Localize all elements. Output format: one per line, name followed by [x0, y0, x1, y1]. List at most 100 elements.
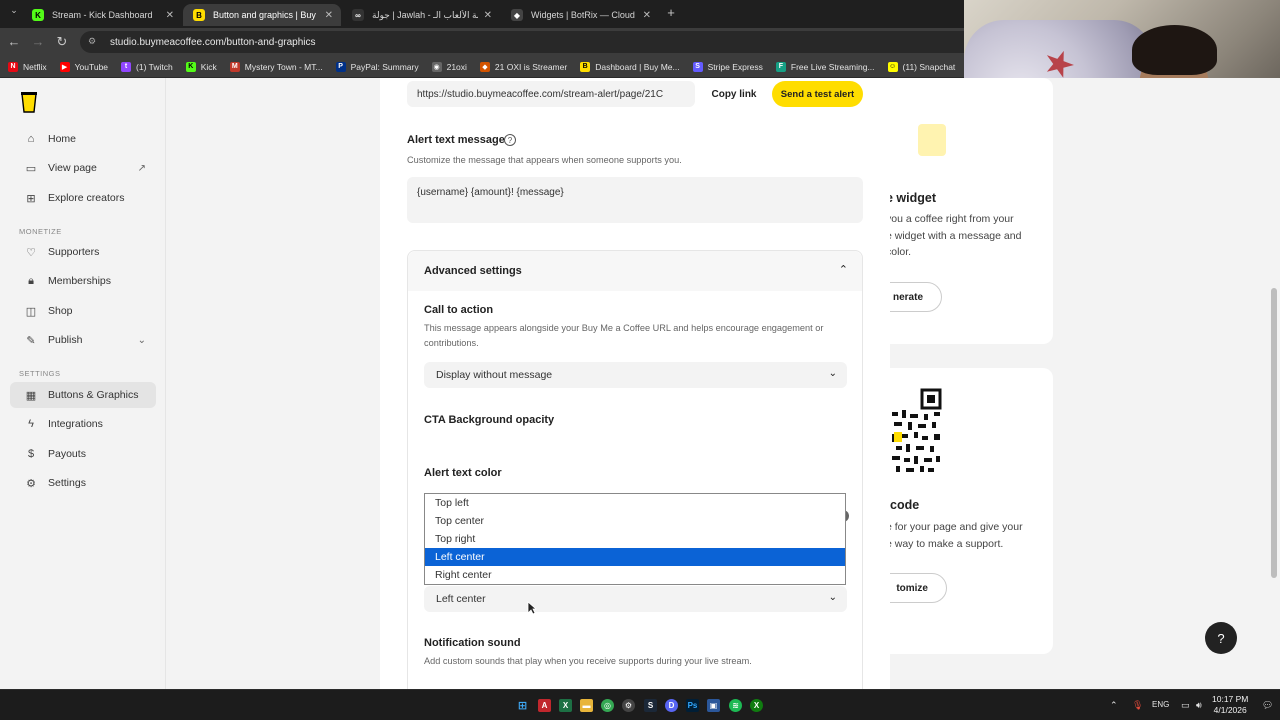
jawlah-icon: ∞	[352, 9, 364, 21]
dollar-icon: $	[27, 448, 35, 460]
tab-button-and-graphics[interactable]: B Button and graphics | Buy Me a ✕	[183, 4, 341, 26]
bookmarks-bar: N Netflix ▶ YouTube t (1) Twitch K Kick M Mystery…	[0, 56, 964, 78]
microphone-icon[interactable]: 🎙︎	[1132, 700, 1143, 711]
bookmark-item[interactable]: N Netflix	[8, 61, 47, 72]
new-tab-button[interactable]: +	[663, 5, 679, 20]
sidebar-item-explore-creators[interactable]: ⊞ Explore creators	[10, 185, 156, 211]
position-option[interactable]: Left center	[425, 548, 845, 566]
sidebar-item-payouts[interactable]: $ Payouts	[10, 441, 156, 467]
explore-icon: ⊞	[26, 192, 36, 205]
system-clock[interactable]: 10:17 PM 4/1/2026	[1212, 694, 1248, 716]
bookmark-item[interactable]: ▶ YouTube	[59, 61, 108, 72]
position-dropdown-list: Top left Top center Top right Left center Ri…	[424, 493, 846, 585]
kick-icon: K	[32, 9, 44, 21]
browser-tab-strip: ⌄ K Stream - Kick Dashboard ✕ B Button a…	[0, 0, 964, 28]
bookmark-item[interactable]: ☺ (11) Snapchat	[887, 61, 955, 72]
sidebar-item-integrations[interactable]: ϟ Integrations	[10, 411, 156, 437]
external-link-icon: ↗	[137, 162, 146, 174]
address-bar[interactable]: ⚙ studio.buymeacoffee.com/button-and-gra…	[80, 31, 964, 53]
notification-sound-desc: Add custom sounds that play when you rec…	[424, 656, 752, 666]
page-scrollbar[interactable]	[1270, 208, 1278, 588]
alert-text-input[interactable]: {username} {amount}! {message}	[407, 177, 863, 223]
sidebar-item-shop[interactable]: ◫ Shop	[10, 298, 156, 324]
tab-botrix-widgets[interactable]: ◆ Widgets | BotRix — Cloud Stre ✕	[501, 4, 659, 26]
bookmark-favicon-icon: ◆	[479, 61, 490, 72]
close-tab-icon[interactable]: ✕	[643, 10, 651, 21]
cta-select[interactable]: Display without message ⌄	[424, 362, 847, 388]
sidebar-item-home[interactable]: ⌂ Home	[10, 126, 156, 152]
sidebar-item-supporters[interactable]: ♡ Supporters	[10, 239, 156, 265]
site-info-icon[interactable]: ⚙	[88, 36, 100, 48]
position-option[interactable]: Top left	[425, 494, 845, 512]
advanced-settings-header[interactable]: Advanced settings ⌃	[408, 251, 862, 291]
xbox-icon[interactable]: X	[750, 699, 763, 712]
bookmark-label: (1) Twitch	[136, 61, 173, 72]
volume-icon[interactable]: 🔊︎	[1196, 700, 1202, 711]
spotify-icon[interactable]: ≋	[729, 699, 742, 712]
file-explorer-icon[interactable]: ▬	[580, 699, 593, 712]
excel-icon[interactable]: X	[559, 699, 572, 712]
position-option[interactable]: Top right	[425, 530, 845, 548]
app-icon-window[interactable]: ▣	[707, 699, 720, 712]
forward-icon[interactable]: →	[30, 34, 46, 49]
bookmark-item[interactable]: ◉ 21oxi	[431, 61, 467, 72]
chrome-icon[interactable]: ◎	[601, 699, 614, 712]
buymeacoffee-logo-icon[interactable]	[21, 91, 37, 113]
sidebar-item-buttons-graphics[interactable]: ▦ Buttons & Graphics	[10, 382, 156, 408]
settings-app-icon[interactable]: ⚙	[622, 699, 635, 712]
section-label-settings: SETTINGS	[19, 369, 61, 378]
bookmark-item[interactable]: F Free Live Streaming...	[775, 61, 875, 72]
bookmark-favicon-icon: F	[775, 61, 786, 72]
show-hidden-icons-icon[interactable]: ⌃	[1110, 700, 1118, 711]
windows-start-icon[interactable]: ⊞	[516, 699, 529, 712]
chevron-down-icon: ⌄	[828, 368, 837, 379]
discord-icon[interactable]: D	[665, 699, 678, 712]
tab-kick-dashboard[interactable]: K Stream - Kick Dashboard ✕	[22, 4, 182, 26]
copy-link-button[interactable]: Copy link	[704, 81, 764, 107]
chevron-up-icon[interactable]: ⌃	[839, 263, 848, 276]
bookmark-favicon-icon: B	[580, 61, 591, 72]
app-icon-a[interactable]: A	[538, 699, 551, 712]
help-button[interactable]: ?	[1205, 622, 1237, 654]
notifications-icon[interactable]: 💬︎	[1262, 700, 1273, 711]
network-icon[interactable]: ▭	[1181, 700, 1190, 711]
text-color-title: Alert text color	[424, 467, 502, 479]
position-select[interactable]: Left center ⌄	[424, 586, 847, 612]
shop-icon: ◫	[25, 305, 37, 318]
sidebar-item-view-page[interactable]: ▭ View page ↗	[10, 155, 156, 181]
tab-jawlah[interactable]: ∞ جولة | Jawlah - منصة الألعاب الـ ✕	[342, 4, 500, 26]
bookmark-item[interactable]: P PayPal: Summary	[335, 61, 419, 72]
bookmark-item[interactable]: B Dashboard | Buy Me...	[580, 61, 680, 72]
sidebar-item-memberships[interactable]: 🔒︎ Memberships	[10, 268, 156, 294]
bookmark-favicon-icon: ◉	[431, 61, 442, 72]
back-icon[interactable]: ←	[6, 34, 22, 49]
position-option[interactable]: Right center	[425, 566, 845, 584]
widget-preview-image	[918, 124, 946, 156]
widget-desc-1: you a coffee right from your	[886, 213, 1014, 225]
stream-alert-url-field[interactable]: https://studio.buymeacoffee.com/stream-a…	[407, 81, 695, 107]
sidebar-item-settings[interactable]: ⚙ Settings	[10, 470, 156, 496]
position-option[interactable]: Top center	[425, 512, 845, 530]
scrollbar-thumb[interactable]	[1271, 288, 1277, 578]
close-tab-icon[interactable]: ✕	[325, 10, 333, 21]
bookmark-item[interactable]: ◆ 21 OXI is Streamer	[479, 61, 567, 72]
botrix-icon: ◆	[511, 9, 523, 21]
close-tab-icon[interactable]: ✕	[166, 10, 174, 21]
bookmark-item[interactable]: S Stripe Express	[692, 61, 763, 72]
sidebar-item-publish[interactable]: ✎ Publish ⌄	[10, 327, 156, 353]
bookmark-item[interactable]: t (1) Twitch	[121, 61, 173, 72]
mouse-cursor-icon	[527, 601, 537, 615]
send-test-alert-button[interactable]: Send a test alert	[772, 81, 863, 107]
close-tab-icon[interactable]: ✕	[484, 10, 492, 21]
bookmark-favicon-icon: N	[8, 61, 18, 72]
tab-search-icon[interactable]: ⌄	[6, 5, 22, 16]
bookmark-item[interactable]: M Mystery Town - MT...	[229, 61, 323, 72]
steam-icon[interactable]: S	[644, 699, 657, 712]
bookmark-item[interactable]: K Kick	[185, 61, 217, 72]
reload-icon[interactable]: ↻	[54, 34, 70, 50]
notification-sound-title: Notification sound	[424, 637, 521, 649]
help-circle-icon[interactable]: ?	[504, 134, 516, 146]
buttons-graphics-icon: ▦	[25, 389, 37, 402]
language-indicator[interactable]: ENG	[1152, 700, 1169, 709]
photoshop-icon[interactable]: Ps	[686, 699, 699, 712]
